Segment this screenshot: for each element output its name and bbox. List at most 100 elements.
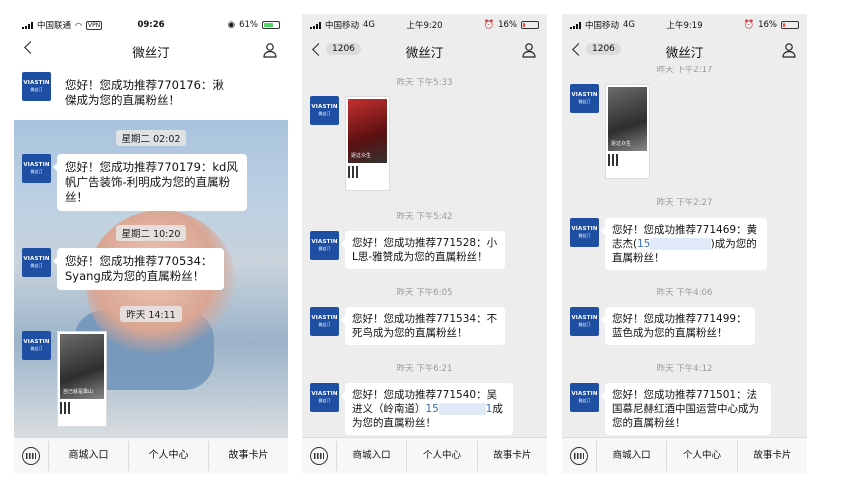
battery-percent: 16% (498, 20, 517, 30)
message-bubble[interactable]: 您好！您成功推荐771528：小L思-雅赞成为您的直属粉丝！ (341, 231, 505, 269)
menu-profile[interactable]: 个人中心 (406, 441, 476, 471)
back-button[interactable] (22, 41, 37, 54)
unread-count: 1206 (586, 43, 621, 55)
status-bar: 中国移动 4G 上午9:20 ⏰ 16% (302, 14, 547, 36)
unread-count: 1206 (326, 43, 361, 55)
lock-rotation-icon: ◉ (227, 20, 236, 30)
message-bubble[interactable]: 您好！您成功推荐771501：法国慕尼赫红酒中国运营中心成为您的直属粉丝！ (601, 383, 771, 435)
timestamp: 昨天 14:11 (14, 306, 288, 322)
nav-bar: 1206 微丝汀 (302, 36, 547, 66)
message-list[interactable]: 昨天 下午5:33 VIASTIN 微丝汀 逐过众生 昨天 下午5:42 VIAS… (302, 66, 547, 437)
back-button[interactable]: 1206 (570, 42, 621, 56)
alarm-icon: ⏰ (483, 20, 495, 30)
keyboard-icon (22, 447, 40, 465)
timestamp: 昨天 下午4:12 (656, 364, 713, 374)
qr-code (60, 401, 72, 414)
card-caption: 自己就是靠山 (63, 388, 94, 395)
avatar[interactable]: VIASTIN 微丝汀 (22, 72, 51, 101)
avatar[interactable]: VIASTIN 微丝汀 (570, 218, 599, 247)
menu-profile[interactable]: 个人中心 (666, 441, 736, 471)
message-bubble[interactable]: 您好！您成功推荐771534：不死鸟成为您的直属粉丝！ (341, 307, 505, 345)
chat-screen-3: 中国移动 4G 上午9:19 ⏰ 16% 1206 微丝汀 昨天 下午2:17 … (562, 14, 807, 474)
avatar[interactable]: VIASTIN 微丝汀 (22, 248, 51, 277)
network-type: 4G (623, 20, 636, 30)
timestamp: 昨天 下午6:21 (396, 364, 453, 374)
message-bubble[interactable]: 您好！您成功推荐770179：kd风帆广告装饰-利明成为您的直属粉丝！ (53, 154, 247, 211)
avatar[interactable]: VIASTIN 微丝汀 (570, 84, 599, 113)
story-card[interactable]: 逐过众生 (345, 96, 390, 191)
timestamp: 昨天 下午4:06 (656, 288, 713, 298)
message-row: VIASTIN 微丝汀 自己就是靠山 (22, 331, 280, 427)
bottom-menu: 商城入口 个人中心 故事卡片 (14, 437, 288, 474)
person-icon[interactable] (781, 42, 797, 58)
menu-story-card[interactable]: 故事卡片 (208, 441, 288, 471)
menu-story-card[interactable]: 故事卡片 (476, 441, 547, 471)
chevron-left-icon (24, 41, 37, 54)
avatar[interactable]: VIASTIN 微丝汀 (570, 307, 599, 336)
story-card[interactable]: 自己就是靠山 (57, 331, 107, 427)
chat-title: 微丝汀 (132, 44, 170, 60)
message-row: VIASTIN 微丝汀 您好！您成功推荐771528：小L思-雅赞成为您的直属粉丝… (310, 231, 539, 269)
wifi-icon: ◠ (75, 20, 82, 30)
avatar[interactable]: VIASTIN 微丝汀 (310, 231, 339, 260)
message-bubble[interactable]: 您好！您成功推荐771469：黄志杰(15000000000)成为您的直属粉丝！ (601, 218, 767, 270)
nav-bar: 1206 微丝汀 (562, 36, 807, 66)
timestamp: 昨天 下午6:05 (396, 288, 453, 298)
message-row: VIASTIN微丝汀 您好！您成功推荐771469：黄志杰(1500000000… (570, 218, 799, 270)
timestamp: 星期二 02:02 (14, 130, 288, 146)
nav-bar: 微丝汀 (14, 36, 288, 66)
person-icon[interactable] (262, 42, 278, 58)
keyboard-icon (310, 447, 328, 465)
keyboard-toggle[interactable] (562, 447, 596, 465)
redacted-number: 000000000 (650, 238, 711, 250)
message-bubble[interactable]: 您好！您成功推荐770534：Syang成为您的直属粉丝！ (53, 248, 224, 290)
qr-code (608, 154, 620, 167)
bottom-menu: 商城入口 个人中心 故事卡片 (562, 437, 807, 474)
vpn-badge: VPN (86, 20, 103, 30)
timestamp: 昨天 下午2:27 (656, 198, 713, 208)
person-icon[interactable] (521, 42, 537, 58)
message-row: VIASTIN 微丝汀 您好！您成功推荐771501：法国慕尼赫红酒中国运营中心成… (570, 383, 799, 435)
avatar[interactable]: VIASTIN 微丝汀 (570, 383, 599, 412)
story-card[interactable]: 逐过众生 (605, 84, 650, 179)
message-row: VIASTIN 微丝汀 您好！您成功推荐771534：不死鸟成为您的直属粉丝！ (310, 307, 539, 345)
keyboard-icon (570, 447, 588, 465)
message-bubble[interactable]: 您好！您成功推荐770176：湫傑成为您的直属粉丝！ (53, 72, 233, 114)
chat-title: 微丝汀 (405, 44, 444, 60)
timestamp: 昨天 下午2:17 (656, 66, 713, 75)
clock: 上午9:19 (666, 21, 703, 31)
message-row: VIASTIN 微丝汀 您好！您成功推荐770179：kd风帆广告装饰-利明成为您… (22, 154, 280, 211)
chat-screen-1: 中国联通 ◠ VPN 09:26 ◉ 61% 微丝汀 VIASTIN 微丝汀 您好… (14, 14, 288, 474)
avatar[interactable]: VIASTIN 微丝汀 (310, 383, 339, 412)
carrier: 中国联通 (37, 21, 72, 31)
keyboard-toggle[interactable] (302, 447, 336, 465)
menu-shop[interactable]: 商城入口 (336, 441, 406, 471)
avatar[interactable]: VIASTIN 微丝汀 (22, 331, 51, 360)
phone-link[interactable]: 1500000001 (426, 403, 492, 415)
avatar[interactable]: VIASTIN 微丝汀 (310, 307, 339, 336)
battery-icon (780, 21, 799, 29)
phone-link[interactable]: 15000000000 (637, 238, 711, 250)
carrier: 中国移动 (325, 21, 360, 31)
keyboard-toggle[interactable] (14, 447, 48, 465)
avatar[interactable]: VIASTIN 微丝汀 (310, 96, 339, 125)
message-bubble[interactable]: 您好！您成功推荐771540：吴进义（岭南道）1500000001成为您的直属粉… (341, 383, 513, 435)
battery-percent: 16% (758, 20, 777, 30)
message-row: VIASTIN 微丝汀 逐过众生 (310, 96, 539, 191)
menu-story-card[interactable]: 故事卡片 (736, 441, 807, 471)
menu-shop[interactable]: 商城入口 (48, 441, 128, 471)
timestamp: 昨天 下午5:33 (396, 78, 453, 88)
battery-percent: 61% (239, 20, 258, 30)
back-button[interactable]: 1206 (310, 42, 361, 56)
menu-shop[interactable]: 商城入口 (596, 441, 666, 471)
message-list[interactable]: VIASTIN 微丝汀 您好！您成功推荐770176：湫傑成为您的直属粉丝！ 星期… (14, 66, 288, 437)
avatar[interactable]: VIASTIN 微丝汀 (22, 154, 51, 183)
clock: 09:26 (137, 20, 165, 30)
menu-profile[interactable]: 个人中心 (128, 441, 208, 471)
message-list[interactable]: 昨天 下午2:17 VIASTIN 微丝汀 逐过众生 昨天 下午2:27 VIAS… (562, 66, 807, 437)
chat-screen-2: 中国移动 4G 上午9:20 ⏰ 16% 1206 微丝汀 昨天 下午5:33 … (302, 14, 547, 474)
message-bubble[interactable]: 您好！您成功推荐771499：蓝色成为您的直属粉丝！ (601, 307, 755, 345)
card-caption: 逐过众生 (351, 153, 372, 160)
carrier: 中国移动 (585, 21, 620, 31)
message-row: VIASTIN 微丝汀 您好！您成功推荐770534：Syang成为您的直属粉丝！ (22, 248, 280, 290)
